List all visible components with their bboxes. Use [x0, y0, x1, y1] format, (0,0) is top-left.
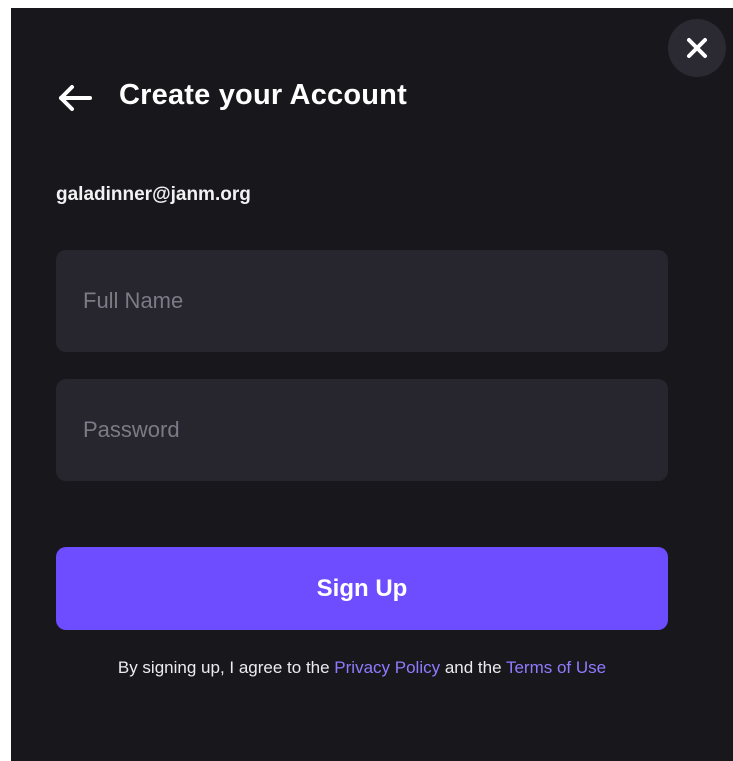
back-button[interactable]: [56, 83, 94, 113]
account-email: galadinner@janm.org: [56, 184, 251, 205]
sign-up-button[interactable]: Sign Up: [56, 547, 668, 630]
close-button[interactable]: [668, 19, 726, 77]
full-name-input[interactable]: [56, 250, 668, 352]
sign-up-label: Sign Up: [316, 574, 408, 602]
legal-notice: By signing up, I agree to the Privacy Po…: [56, 658, 668, 678]
terms-of-use-link[interactable]: Terms of Use: [506, 658, 606, 677]
legal-prefix: By signing up, I agree to the: [117, 658, 335, 677]
close-icon: [687, 38, 707, 58]
full-name-field[interactable]: [56, 250, 668, 352]
password-field[interactable]: [56, 379, 668, 481]
password-input[interactable]: [56, 379, 668, 481]
privacy-policy-link[interactable]: Privacy Policy: [334, 658, 440, 677]
arrow-left-icon: [59, 85, 92, 111]
legal-middle: and the: [440, 658, 506, 677]
signup-dialog: Create your Account galadinner@janm.org …: [11, 8, 733, 761]
page-title: Create your Account: [119, 79, 407, 111]
